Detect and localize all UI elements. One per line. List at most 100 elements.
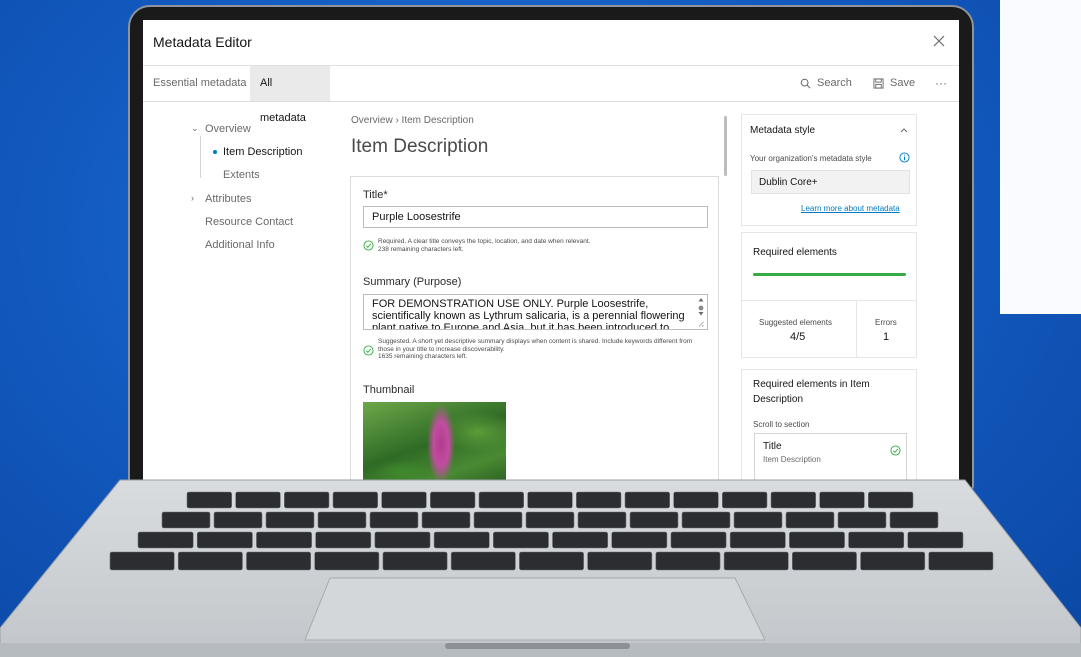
keyboard-key	[450, 551, 516, 571]
keyboard-key	[381, 491, 427, 509]
keyboard-key	[723, 551, 789, 571]
metadata-style-select[interactable]: Dublin Core+	[751, 170, 910, 194]
keyboard-key	[473, 511, 523, 529]
chevron-up-icon[interactable]	[900, 127, 908, 133]
laptop-keyboard-deck	[0, 478, 1081, 657]
keyboard-key	[433, 531, 490, 549]
errors-label: Errors	[875, 318, 897, 327]
thumbnail-image[interactable]	[363, 402, 506, 482]
tab-bar: Essential metadata All metadata Search S…	[143, 66, 959, 124]
keyboard-key	[177, 551, 243, 571]
keyboard-key	[527, 491, 573, 509]
summary-field-label: Summary (Purpose)	[363, 276, 462, 288]
keyboard-key	[789, 531, 845, 549]
title-field-label: Title*	[363, 189, 388, 201]
summary-remaining-text: 1635 remaining characters left.	[378, 353, 468, 360]
required-elements-title: Required elements	[753, 247, 837, 258]
app-window: Metadata Editor Essential metadata All m…	[143, 20, 959, 482]
title-input[interactable]: Purple Loosestrife	[363, 206, 708, 228]
search-icon	[800, 78, 811, 89]
divider	[742, 300, 916, 301]
nav-item-extents[interactable]: Extents	[223, 169, 260, 181]
keyboard-key	[552, 531, 609, 549]
app-title: Metadata Editor	[153, 34, 252, 50]
save-label: Save	[890, 77, 916, 89]
save-icon	[873, 78, 884, 89]
tab-essential-metadata[interactable]: Essential metadata	[143, 66, 257, 101]
chevron-down-icon: ⌄	[191, 123, 199, 133]
keyboard-key	[213, 511, 263, 529]
keyboard-key	[246, 551, 311, 571]
search-button[interactable]: Search	[800, 66, 852, 101]
title-bar: Metadata Editor	[143, 20, 959, 66]
keyboard-key	[819, 491, 865, 509]
save-button[interactable]: Save	[873, 66, 915, 101]
nav-item-overview[interactable]: Overview	[205, 123, 251, 135]
keyboard-key	[722, 491, 768, 509]
nav-item-attributes[interactable]: Attributes	[205, 193, 251, 205]
org-style-label: Your organization's metadata style	[750, 154, 872, 163]
textarea-scrollbar[interactable]	[698, 297, 704, 327]
section-row-sub: Item Description	[763, 455, 821, 464]
keyboard-key	[317, 511, 367, 529]
tab-all-metadata[interactable]: All metadata	[250, 66, 330, 124]
keyboard-key	[492, 531, 549, 549]
more-menu-button[interactable]: ···	[935, 66, 947, 101]
keyboard-key	[848, 531, 905, 549]
keyboard-key	[770, 491, 816, 509]
learn-more-link[interactable]: Learn more about metadata	[801, 204, 900, 213]
nav-item-item-description[interactable]: Item Description	[223, 146, 302, 158]
metadata-style-panel: Metadata style Your organization's metad…	[741, 114, 917, 226]
required-progress-bar	[753, 273, 906, 276]
keyboard-key	[611, 531, 668, 549]
keyboard-key	[673, 491, 719, 509]
check-circle-icon	[363, 240, 374, 251]
keyboard-key	[137, 531, 194, 549]
summary-hint-text: Suggested. A short yet descriptive summa…	[378, 338, 693, 353]
tab-label: All metadata	[260, 77, 306, 124]
nav-item-resource-contact[interactable]: Resource Contact	[205, 216, 293, 228]
keyboard-key	[889, 511, 939, 529]
title-hint-text: Required. A clear title conveys the topi…	[378, 238, 591, 245]
form-card: Title* Purple Loosestrife Required. A cl…	[350, 176, 719, 482]
nav-tree-line	[200, 136, 201, 178]
required-progress-fill	[753, 273, 906, 276]
keyboard-key	[421, 511, 471, 529]
search-label: Search	[817, 77, 852, 89]
background-card	[1000, 0, 1081, 314]
keyboard-key	[161, 511, 211, 529]
keyboard-key	[655, 551, 721, 571]
section-required-title: Required elements in Item Description	[753, 379, 870, 405]
keyboard-key	[315, 531, 372, 549]
active-dot-icon	[213, 150, 217, 154]
keyboard-key	[478, 491, 524, 509]
close-icon[interactable]	[931, 33, 947, 49]
keyboard-key	[629, 511, 679, 529]
summary-textarea[interactable]: FOR DEMONSTRATION USE ONLY. Purple Loose…	[363, 294, 708, 330]
summary-text: FOR DEMONSTRATION USE ONLY. Purple Loose…	[372, 298, 685, 330]
keyboard-key	[785, 511, 835, 529]
keyboard-key	[868, 491, 914, 509]
content-scrollbar[interactable]	[724, 116, 727, 176]
keyboard-key	[928, 551, 994, 571]
keyboard-key	[525, 511, 575, 529]
breadcrumb: Overview › Item Description	[351, 115, 474, 126]
thumbnail-label: Thumbnail	[363, 384, 415, 396]
section-row-title[interactable]: Title Item Description	[754, 433, 907, 481]
suggested-elements-value: 4/5	[790, 331, 806, 343]
keyboard-key	[681, 511, 731, 529]
check-circle-icon	[890, 445, 901, 456]
errors-value: 1	[883, 331, 890, 343]
keyboard-key	[284, 491, 330, 509]
keyboard-key	[369, 511, 419, 529]
title-remaining-text: 238 remaining characters left.	[378, 245, 464, 253]
keyboard-key	[587, 551, 653, 571]
page-title: Item Description	[351, 136, 489, 157]
keyboard-key	[374, 531, 431, 549]
keyboard-key	[907, 531, 964, 549]
nav-item-additional-info[interactable]: Additional Info	[205, 239, 275, 251]
info-icon[interactable]	[899, 152, 910, 163]
section-required-panel: Required elements in Item Description Sc…	[741, 369, 917, 482]
keyboard-key	[792, 551, 857, 571]
keyboard-key	[186, 491, 232, 509]
